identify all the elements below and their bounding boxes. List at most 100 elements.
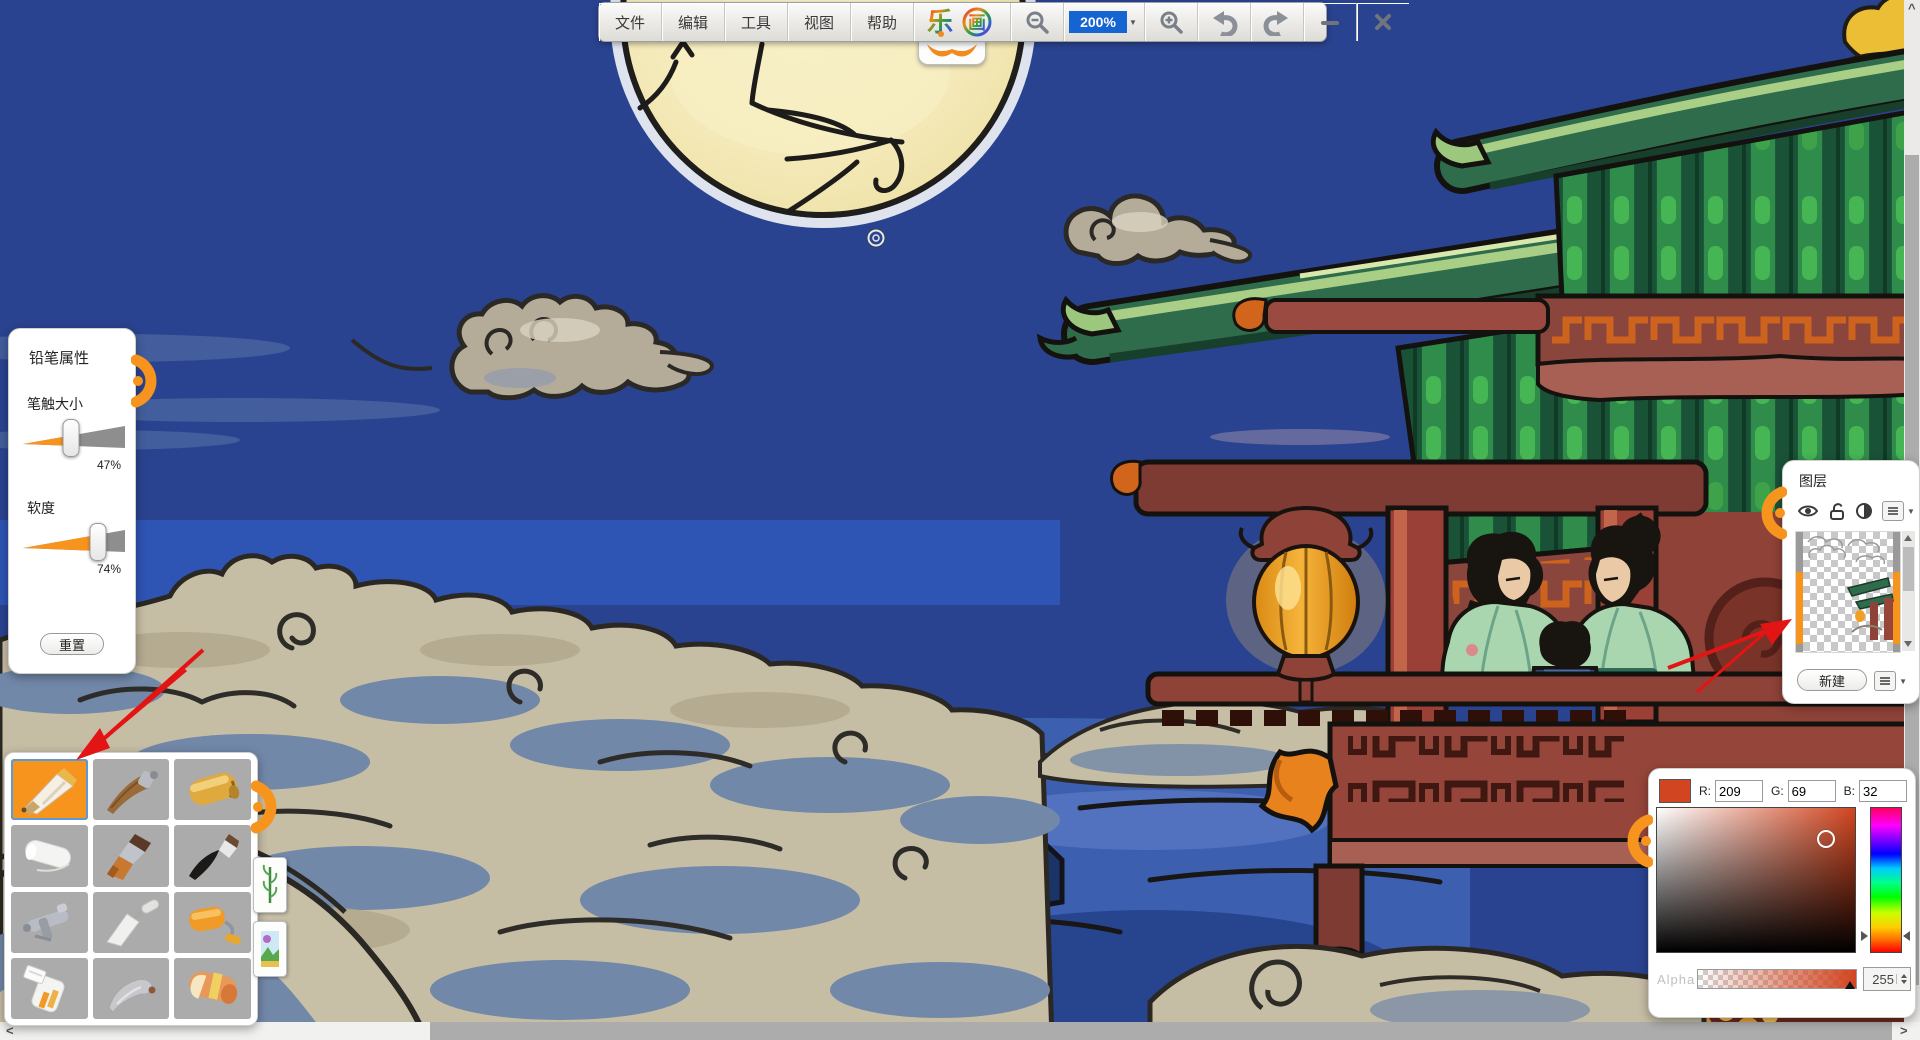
zoom-in-button[interactable]	[1145, 3, 1198, 41]
blue-label: B:	[1844, 784, 1855, 798]
menu-view[interactable]: 视图	[788, 3, 851, 41]
red-input[interactable]	[1715, 780, 1763, 802]
layer-options-button[interactable]: ▼	[1874, 671, 1907, 691]
color-panel-collapse-handle[interactable]	[1623, 813, 1653, 869]
softness-slider[interactable]	[23, 528, 125, 554]
hue-bar[interactable]	[1870, 807, 1902, 953]
chalk-icon	[17, 830, 81, 882]
unlock-icon[interactable]	[1828, 502, 1846, 520]
svg-text:画: 画	[968, 13, 986, 33]
airbrush-icon	[17, 896, 81, 948]
layers-panel-title: 图层	[1799, 471, 1919, 491]
redo-button[interactable]	[1251, 3, 1304, 41]
layer-row-partial[interactable]	[1796, 644, 1900, 652]
tool-eraser[interactable]	[174, 958, 251, 1019]
green-input[interactable]	[1788, 780, 1836, 802]
clown-mouth-icon	[923, 41, 981, 61]
undo-icon	[1209, 8, 1239, 36]
brush-size-slider[interactable]	[23, 424, 125, 450]
layer-menu-icon	[1882, 501, 1904, 521]
tool-chalk[interactable]	[11, 825, 88, 886]
eraser-icon	[181, 962, 245, 1014]
plant-brushes-tab[interactable]	[253, 857, 287, 913]
tool-airbrush[interactable]	[11, 892, 88, 953]
brush-size-label: 笔触大小	[27, 394, 135, 414]
brush-palette-panel	[4, 752, 258, 1026]
tool-paint-bottle[interactable]	[11, 958, 88, 1019]
softness-label: 软度	[27, 498, 135, 518]
menu-tools[interactable]: 工具	[725, 3, 788, 41]
tool-palette-knife[interactable]	[93, 892, 170, 953]
palette-collapse-handle[interactable]	[251, 779, 281, 835]
scroll-up-icon[interactable]: ^	[1908, 0, 1916, 18]
alpha-spin-down-icon[interactable]	[1901, 980, 1907, 984]
tool-ink-brush[interactable]	[174, 825, 251, 886]
pen-nib-icon	[181, 764, 245, 816]
pencil-tool-icon	[17, 764, 81, 816]
tool-drop-pen[interactable]	[93, 958, 170, 1019]
tool-paint-roller[interactable]	[174, 892, 251, 953]
hue-marker-right-icon[interactable]	[1903, 931, 1910, 941]
ink-brush-icon	[181, 830, 245, 882]
alpha-label: Alpha	[1657, 972, 1695, 987]
toolbar-clown-tab[interactable]	[918, 38, 986, 65]
alpha-spin-up-icon[interactable]	[1901, 974, 1907, 978]
landscape-thumbnail-icon	[259, 927, 281, 971]
new-layer-button[interactable]: 新建	[1797, 669, 1867, 691]
green-label: G:	[1771, 784, 1784, 798]
layer-scroll-down-icon[interactable]	[1904, 641, 1912, 647]
alpha-marker-icon[interactable]	[1845, 981, 1855, 989]
brush-size-slider-thumb[interactable]	[62, 419, 79, 457]
pencil-panel-collapse-handle[interactable]	[131, 353, 161, 409]
tool-calligraphy-brush[interactable]	[93, 759, 170, 820]
zoom-out-button[interactable]	[1011, 3, 1064, 41]
app-window: < > ^ v 文件 编辑 工具 视图 帮助 乐 画 200% ▼	[0, 0, 1920, 1040]
close-icon	[1372, 11, 1394, 33]
color-cursor[interactable]	[1817, 830, 1835, 848]
menu-edit[interactable]: 编辑	[662, 3, 725, 41]
undo-button[interactable]	[1198, 3, 1251, 41]
layer-list[interactable]	[1795, 531, 1901, 653]
softness-slider-thumb[interactable]	[90, 523, 107, 561]
tool-pencil[interactable]	[11, 759, 88, 820]
hue-marker-left-icon[interactable]	[1861, 931, 1868, 941]
close-button[interactable]	[1357, 3, 1409, 41]
saturation-value-field[interactable]	[1656, 807, 1856, 953]
layer-list-scrollbar[interactable]	[1902, 531, 1915, 651]
scroll-right-icon[interactable]: >	[1900, 1022, 1908, 1040]
palette-knife-icon	[99, 896, 163, 948]
horizontal-scrollbar[interactable]: < >	[0, 1022, 1920, 1040]
tool-pen-nib[interactable]	[174, 759, 251, 820]
layer-scroll-up-icon[interactable]	[1904, 535, 1912, 541]
horizontal-scrollbar-thumb[interactable]	[430, 1022, 1892, 1040]
paint-roller-icon	[181, 896, 245, 948]
layer-row-sketch[interactable]	[1796, 532, 1900, 572]
sky-band	[0, 520, 1060, 605]
drawing-canvas[interactable]	[0, 0, 1920, 1040]
blend-contrast-icon[interactable]	[1855, 502, 1873, 520]
reset-button[interactable]: 重置	[40, 633, 104, 655]
pencil-panel-title: 铅笔属性	[29, 347, 135, 368]
layer-scroll-thumb[interactable]	[1903, 547, 1914, 591]
visibility-eye-icon[interactable]	[1797, 503, 1819, 519]
paint-bottle-icon	[17, 962, 81, 1014]
minimize-button[interactable]	[1304, 3, 1357, 41]
main-toolbar: 文件 编辑 工具 视图 帮助 乐 画 200% ▼	[598, 2, 1327, 42]
tool-flat-brush[interactable]	[93, 825, 170, 886]
zoom-in-icon	[1158, 9, 1184, 35]
menu-help[interactable]: 帮助	[851, 3, 914, 41]
blue-input[interactable]	[1859, 780, 1907, 802]
le-logo-icon: 乐 画	[925, 7, 999, 37]
sketch-layer-thumbnail	[1796, 532, 1900, 572]
zoom-level-field[interactable]: 200%	[1069, 11, 1127, 33]
menu-file[interactable]: 文件	[599, 3, 662, 41]
alpha-spinner[interactable]: 255	[1863, 967, 1911, 991]
layer-menu-button[interactable]: ▼	[1882, 501, 1915, 521]
alpha-slider[interactable]	[1697, 969, 1857, 989]
logo-buttons[interactable]: 乐 画	[914, 3, 1011, 41]
brush-size-value: 47%	[9, 458, 121, 472]
stamp-gallery-tab[interactable]	[253, 921, 287, 977]
zoom-dropdown-icon[interactable]: ▼	[1129, 18, 1137, 27]
layers-panel-collapse-handle[interactable]	[1757, 485, 1787, 541]
layer-row-painting[interactable]	[1796, 572, 1900, 644]
